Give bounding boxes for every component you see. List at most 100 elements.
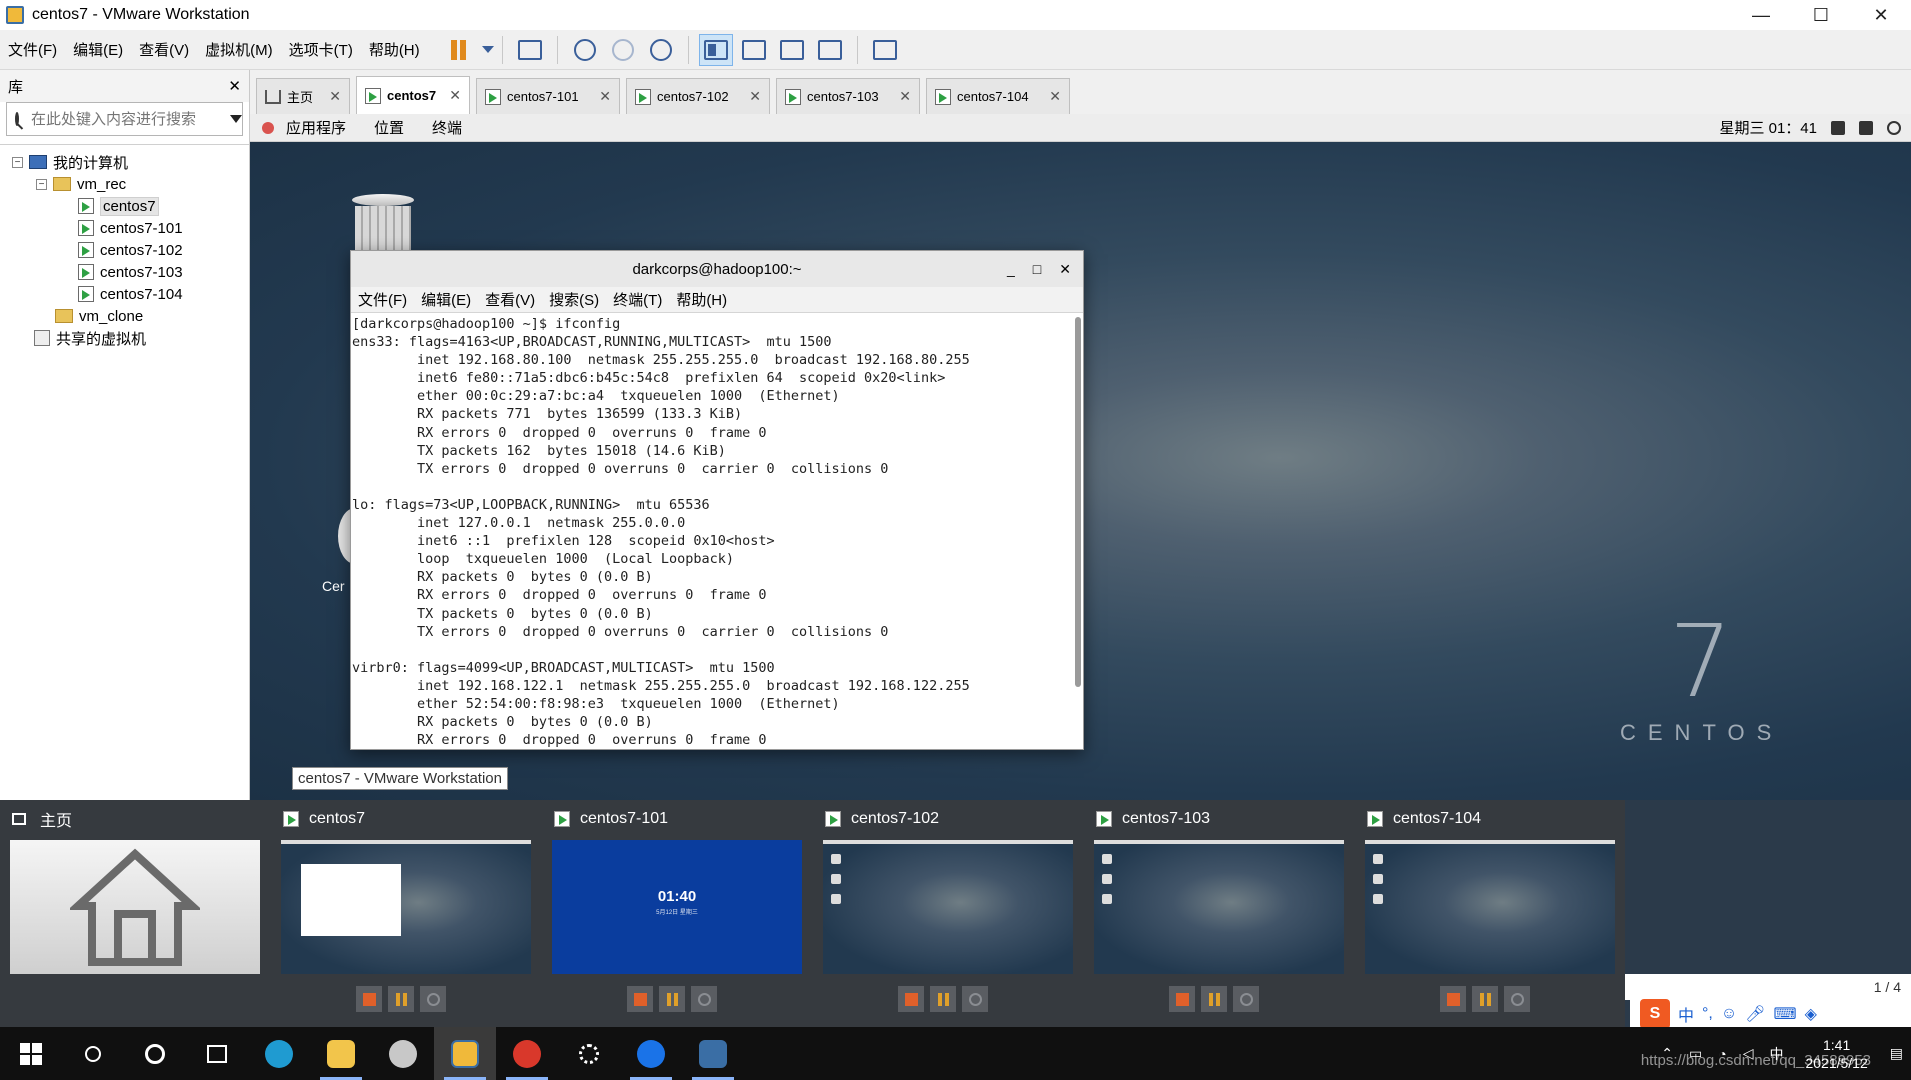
volume-icon[interactable] (1859, 120, 1873, 135)
tab-centos7-102[interactable]: centos7-102 ✕ (626, 78, 770, 114)
pause-button[interactable] (1201, 986, 1227, 1012)
menu-help[interactable]: 帮助(H) (361, 39, 428, 60)
stop-button[interactable] (627, 986, 653, 1012)
notification-icon[interactable]: ▤ (1890, 1045, 1903, 1062)
tree-item-vm-clone[interactable]: vm_clone (0, 305, 249, 327)
terminal-menu-view[interactable]: 查看(V) (478, 289, 542, 310)
taskbar-vmware[interactable] (434, 1027, 496, 1080)
menu-file[interactable]: 文件(F) (0, 39, 65, 60)
start-button[interactable] (0, 1027, 62, 1080)
tab-close-icon[interactable]: ✕ (599, 88, 611, 105)
thumbnail-centos7[interactable]: centos7 (271, 800, 533, 1027)
tree-item-shared-vms[interactable]: 共享的虚拟机 (0, 327, 249, 349)
terminal-menu-terminal[interactable]: 终端(T) (606, 289, 669, 310)
taskbar-edge[interactable] (248, 1027, 310, 1080)
tree-item-my-computer[interactable]: − 我的计算机 (0, 151, 249, 173)
restart-button[interactable] (420, 986, 446, 1012)
thumbnail-centos7-104[interactable]: centos7-104 (1355, 800, 1617, 1027)
terminal-close-button[interactable]: ✕ (1059, 261, 1071, 278)
collapse-icon[interactable]: − (36, 178, 47, 190)
terminal-menu-search[interactable]: 搜索(S) (542, 289, 606, 310)
keyboard-icon[interactable]: ⌨ (1774, 1004, 1797, 1024)
taskbar-settings[interactable] (558, 1027, 620, 1080)
cortana-button[interactable] (124, 1027, 186, 1080)
tree-item-centos7-103[interactable]: centos7-103 (0, 261, 249, 283)
menu-view[interactable]: 查看(V) (131, 39, 197, 60)
skin-icon[interactable]: ◈ (1805, 1004, 1817, 1024)
tree-item-centos7-101[interactable]: centos7-101 (0, 217, 249, 239)
tab-close-icon[interactable]: ✕ (749, 88, 761, 105)
terminal-menu-edit[interactable]: 编辑(E) (414, 289, 478, 310)
tab-close-icon[interactable]: ✕ (449, 87, 461, 104)
thumbnail-centos7-101[interactable]: centos7-101 01:40 5月12日 星期三 (542, 800, 804, 1027)
unity-button[interactable] (813, 34, 847, 66)
tab-close-icon[interactable]: ✕ (1049, 88, 1061, 105)
taskbar-snail-app[interactable] (496, 1027, 558, 1080)
terminal-title-bar[interactable]: darkcorps@hadoop100:~ _ □ ✕ (351, 251, 1083, 287)
pause-button[interactable] (388, 986, 414, 1012)
taskbar-remote-app[interactable] (682, 1027, 744, 1080)
sogou-logo-icon[interactable]: S (1640, 999, 1670, 1029)
taskbar-search-button[interactable] (62, 1027, 124, 1080)
stop-button[interactable] (1440, 986, 1466, 1012)
thumbnail-bar-button[interactable] (737, 34, 771, 66)
thumbnail-home[interactable]: 主页 (0, 800, 262, 1027)
emoji-icon[interactable]: ☺ (1721, 1005, 1737, 1023)
menu-tabs[interactable]: 选项卡(T) (281, 39, 361, 60)
collapse-icon[interactable]: − (12, 156, 23, 168)
maximize-button[interactable]: ☐ (1791, 0, 1851, 30)
stop-button[interactable] (1169, 986, 1195, 1012)
library-search-input[interactable] (31, 110, 230, 128)
pause-button[interactable] (659, 986, 685, 1012)
tree-item-centos7-104[interactable]: centos7-104 (0, 283, 249, 305)
terminal-menu-help[interactable]: 帮助(H) (669, 289, 734, 310)
tab-home[interactable]: 主页 ✕ (256, 78, 350, 114)
tab-close-icon[interactable]: ✕ (329, 88, 341, 105)
console-view-button[interactable] (868, 34, 902, 66)
power-dropdown-icon[interactable] (481, 46, 494, 53)
taskbar-explorer[interactable] (310, 1027, 372, 1080)
terminal-menu-file[interactable]: 文件(F) (351, 289, 414, 310)
ime-punct-toggle[interactable]: °, (1702, 1005, 1713, 1023)
tree-item-centos7-102[interactable]: centos7-102 (0, 239, 249, 261)
revert-snapshot-button[interactable] (606, 34, 640, 66)
pause-vm-button[interactable] (442, 34, 476, 66)
tab-centos7[interactable]: centos7 ✕ (356, 76, 470, 114)
tab-close-icon[interactable]: ✕ (899, 88, 911, 105)
stop-button[interactable] (898, 986, 924, 1012)
minimize-button[interactable]: — (1731, 0, 1791, 30)
terminal-maximize-button[interactable]: □ (1033, 261, 1041, 277)
pause-button[interactable] (930, 986, 956, 1012)
tab-centos7-104[interactable]: centos7-104 ✕ (926, 78, 1070, 114)
guest-clock[interactable]: 星期三 01：41 (1719, 117, 1817, 138)
close-button[interactable]: ✕ (1851, 0, 1911, 30)
terminal-minimize-button[interactable]: _ (1007, 261, 1015, 277)
terminal-output[interactable]: [darkcorps@hadoop100 ~]$ ifconfig ens33: … (351, 313, 1073, 749)
tab-centos7-103[interactable]: centos7-103 ✕ (776, 78, 920, 114)
restart-button[interactable] (1504, 986, 1530, 1012)
task-view-button[interactable] (186, 1027, 248, 1080)
microphone-icon[interactable]: 🎤︎ (1745, 1004, 1765, 1024)
pause-button[interactable] (1472, 986, 1498, 1012)
tree-item-centos7[interactable]: centos7 (0, 195, 249, 217)
guest-menu-places[interactable]: 位置 (364, 117, 414, 138)
restart-button[interactable] (691, 986, 717, 1012)
guest-menu-applications[interactable]: 应用程序 (276, 117, 356, 138)
restart-button[interactable] (962, 986, 988, 1012)
thumbnail-centos7-103[interactable]: centos7-103 (1084, 800, 1346, 1027)
taskbar-blue-app[interactable] (620, 1027, 682, 1080)
tab-centos7-101[interactable]: centos7-101 ✕ (476, 78, 620, 114)
take-snapshot-button[interactable] (568, 34, 602, 66)
full-screen-button[interactable] (775, 34, 809, 66)
library-close-icon[interactable]: ✕ (228, 77, 241, 95)
tree-item-vm-rec[interactable]: − vm_rec (0, 173, 249, 195)
power-icon[interactable] (1887, 120, 1901, 135)
network-icon[interactable] (1831, 120, 1845, 135)
menu-vm[interactable]: 虚拟机(M) (197, 39, 281, 60)
snapshot-manager-button[interactable] (644, 34, 678, 66)
thumbnail-centos7-102[interactable]: centos7-102 (813, 800, 1075, 1027)
guest-menu-terminal[interactable]: 终端 (422, 117, 472, 138)
terminal-scrollbar[interactable] (1075, 317, 1081, 687)
stop-button[interactable] (356, 986, 382, 1012)
ime-lang-toggle[interactable]: 中 (1678, 1002, 1694, 1026)
